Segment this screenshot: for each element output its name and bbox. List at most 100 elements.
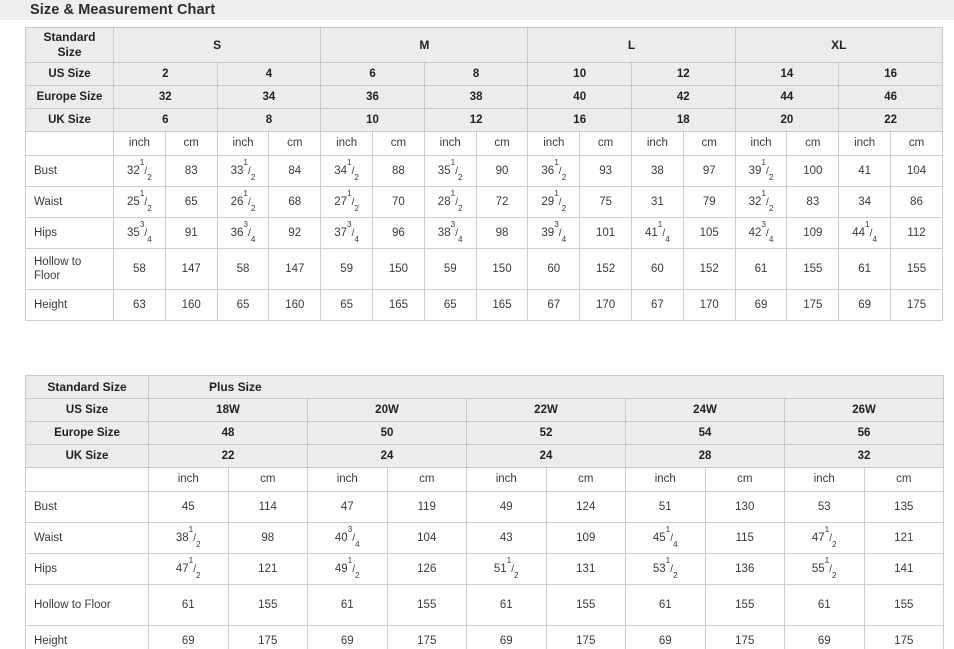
unit-inch: inch <box>423 131 477 156</box>
measurement-value: 112 <box>890 217 943 249</box>
measurement-value: 423/4 <box>734 217 788 249</box>
measurement-value: 31 <box>631 186 684 218</box>
plus-measurement-value: 61 <box>148 584 229 626</box>
plus-measurement-value: 47 <box>307 491 388 523</box>
plus-group-header-row: Standard Size Plus Size <box>25 375 945 399</box>
plus-measurement-value: 61 <box>625 584 706 626</box>
measurement-value: 411/4 <box>631 217 684 249</box>
unit-inch: inch <box>113 131 166 156</box>
plus-measurement-value: 531/2 <box>625 553 706 585</box>
plus-size-value: 32 <box>783 444 945 468</box>
plus-measurement-row-bust: Bust 45 114 47 119 49 124 51 130 53 135 <box>25 491 945 523</box>
measurement-value: 155 <box>786 248 840 290</box>
size-group-xl: XL <box>734 27 944 63</box>
plus-size-row-europe-size: Europe Size 48 50 52 54 56 <box>25 421 945 445</box>
measurement-value: 341/2 <box>320 155 374 187</box>
plus-row-label-uk-size: UK Size <box>25 444 149 468</box>
measurement-value: 101 <box>579 217 632 249</box>
plus-unit-cm: cm <box>386 467 467 492</box>
size-value: 12 <box>631 62 736 86</box>
size-value: 12 <box>423 108 529 132</box>
plus-measurement-value: 130 <box>704 491 785 523</box>
plus-measurement-row-hips: Hips 471/2 121 491/2 126 511/2 131 531/2 136 551/… <box>25 553 945 585</box>
unit-inch: inch <box>838 131 892 156</box>
plus-unit-cm: cm <box>704 467 785 492</box>
measurement-row-hollow-to-floor: Hollow to Floor 58 147 58 147 59 150 59 150 60 152… <box>24 248 943 290</box>
measurement-value: 86 <box>890 186 943 218</box>
plus-measurement-value: 131 <box>545 553 626 585</box>
measurement-value: 61 <box>734 248 788 290</box>
measurement-label: Hips <box>24 217 115 249</box>
measurement-value: 393/4 <box>527 217 581 249</box>
size-group-m: M <box>320 27 529 63</box>
size-value: 20 <box>734 108 840 132</box>
size-value: 22 <box>838 108 943 132</box>
measurement-value: 65 <box>164 186 218 218</box>
plus-unit-inch: inch <box>307 467 388 492</box>
measurement-value: 79 <box>682 186 736 218</box>
plus-measurement-label: Hips <box>25 553 149 585</box>
unit-inch: inch <box>320 131 374 156</box>
measurement-value: 61 <box>838 248 892 290</box>
plus-measurement-value: 109 <box>545 522 626 554</box>
measurement-value: 92 <box>268 217 322 249</box>
plus-measurement-value: 175 <box>386 625 467 649</box>
unit-cm: cm <box>890 131 943 156</box>
plus-measurement-value: 61 <box>466 584 547 626</box>
standard-group-header-row: Standard Size S M L XL <box>24 27 944 63</box>
measurement-label: Height <box>24 289 115 321</box>
plus-measurement-value: 126 <box>386 553 467 585</box>
measurement-value: 63 <box>113 289 166 321</box>
plus-measurement-value: 121 <box>863 522 945 554</box>
plus-measurement-value: 43 <box>466 522 547 554</box>
size-value: 18 <box>631 108 736 132</box>
size-group-l: L <box>527 27 736 63</box>
plus-size-value: 26W <box>783 398 945 422</box>
size-row-uk-size: UK Size 6 8 10 12 16 18 20 22 <box>24 108 943 132</box>
measurement-value: 59 <box>423 248 477 290</box>
row-label-europe-size: Europe Size <box>24 85 115 109</box>
measurement-value: 383/4 <box>423 217 477 249</box>
measurement-value: 321/2 <box>113 155 166 187</box>
plus-measurement-value: 403/4 <box>307 522 388 554</box>
size-row-europe-size: Europe Size 32 34 36 38 40 42 44 46 <box>24 85 943 109</box>
plus-unit-inch: inch <box>625 467 706 492</box>
plus-unit-inch: inch <box>784 467 865 492</box>
plus-measurement-value: 104 <box>386 522 467 554</box>
plus-measurement-value: 69 <box>625 625 706 649</box>
plus-measurement-value: 491/2 <box>307 553 388 585</box>
plus-measurement-value: 53 <box>784 491 865 523</box>
plus-size-value: 24 <box>466 444 626 468</box>
plus-size-table: Standard Size Plus Size US Size 18W 20W 22W 24… <box>25 375 945 649</box>
measurement-value: 88 <box>372 155 425 187</box>
measurement-label: Bust <box>24 155 115 187</box>
plus-measurement-value: 471/2 <box>784 522 865 554</box>
measurement-value: 271/2 <box>320 186 374 218</box>
measurement-value: 67 <box>527 289 581 321</box>
measurement-value: 363/4 <box>216 217 270 249</box>
measurement-value: 373/4 <box>320 217 374 249</box>
plus-unit-row-label-blank <box>25 467 149 492</box>
plus-size-value: 18W <box>148 398 308 422</box>
plus-measurement-value: 51 <box>625 491 706 523</box>
row-label-us-size: US Size <box>24 62 115 86</box>
unit-inch: inch <box>527 131 581 156</box>
plus-measurement-value: 155 <box>386 584 467 626</box>
plus-size-value: 24W <box>625 398 785 422</box>
measurement-value: 58 <box>113 248 166 290</box>
size-group-s: S <box>113 27 322 63</box>
measurement-value: 150 <box>372 248 425 290</box>
plus-measurement-value: 155 <box>863 584 945 626</box>
size-value: 4 <box>216 62 322 86</box>
plus-row-label-europe-size: Europe Size <box>25 421 149 445</box>
measurement-value: 165 <box>475 289 529 321</box>
plus-measurement-value: 155 <box>227 584 308 626</box>
plus-measurement-value: 115 <box>704 522 785 554</box>
measurement-value: 361/2 <box>527 155 581 187</box>
size-value: 42 <box>631 85 736 109</box>
measurement-value: 75 <box>579 186 632 218</box>
measurement-value: 331/2 <box>216 155 270 187</box>
measurement-value: 59 <box>320 248 374 290</box>
plus-size-value: 22W <box>466 398 626 422</box>
size-value: 6 <box>320 62 425 86</box>
